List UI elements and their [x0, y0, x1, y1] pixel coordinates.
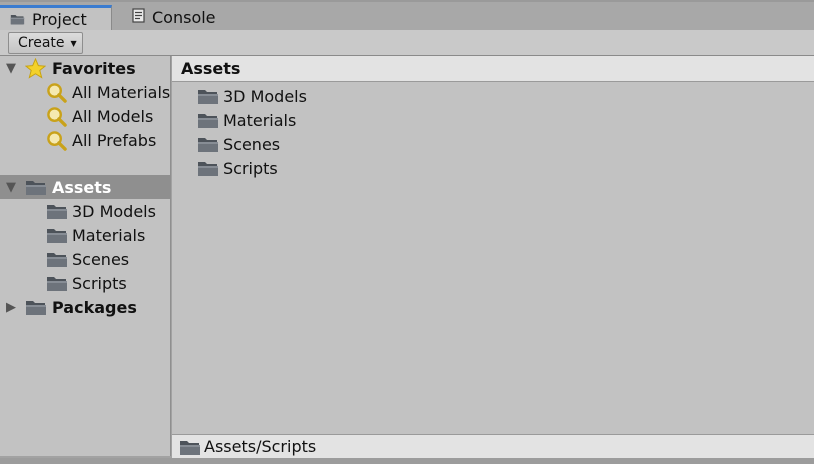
- sidebar-item-scripts[interactable]: Scripts: [0, 271, 170, 295]
- tab-project-label: Project: [32, 9, 87, 29]
- sidebar-favorites[interactable]: ▼ Favorites: [0, 56, 170, 80]
- sidebar-item-label: All Prefabs: [72, 130, 157, 150]
- expand-arrow-icon[interactable]: ▼: [6, 61, 16, 76]
- dropdown-caret-icon: ▼: [70, 38, 77, 48]
- sidebar-item-packages[interactable]: ▶ Packages: [0, 295, 170, 319]
- search-icon: [46, 130, 67, 155]
- asset-folder-label: Scripts: [223, 158, 278, 178]
- sidebar-item-label: All Models: [72, 106, 154, 126]
- create-button-label: Create: [18, 35, 65, 51]
- asset-folder-scripts[interactable]: Scripts: [197, 156, 278, 180]
- folder-icon: [46, 202, 68, 220]
- sidebar-item-all-materials[interactable]: All Materials: [0, 80, 171, 104]
- sidebar-item-label: Assets: [52, 177, 112, 197]
- sidebar-item-label: Scripts: [72, 273, 127, 293]
- sidebar-item-label: Scenes: [72, 249, 130, 269]
- asset-panel-header: Assets: [172, 56, 814, 82]
- tab-bar-top-border: [0, 0, 814, 2]
- sidebar-item-all-models[interactable]: All Models: [0, 104, 170, 128]
- selection-path: Assets/Scripts: [204, 437, 317, 456]
- asset-folder-label: Scenes: [223, 134, 281, 154]
- asset-folder-materials[interactable]: Materials: [197, 108, 296, 132]
- asset-grid-panel: Assets 3D Models Materials Scenes Script…: [172, 56, 814, 434]
- collapse-arrow-icon[interactable]: ▶: [6, 300, 16, 315]
- folder-icon: [179, 438, 201, 456]
- sidebar-item-label: Packages: [52, 297, 137, 317]
- sidebar-favorites-label: Favorites: [52, 58, 136, 78]
- asset-folder-3d-models[interactable]: 3D Models: [197, 84, 307, 108]
- folder-icon: [25, 178, 47, 196]
- folder-icon: [25, 298, 47, 316]
- folder-icon: [46, 250, 68, 268]
- sidebar-item-label: 3D Models: [72, 201, 156, 221]
- sidebar-item-3d-models[interactable]: 3D Models: [0, 199, 170, 223]
- create-button[interactable]: Create ▼: [8, 32, 83, 54]
- project-toolbar: Create ▼: [0, 30, 814, 56]
- sidebar-item-all-prefabs[interactable]: All Prefabs: [0, 128, 170, 155]
- console-icon: [132, 8, 145, 27]
- tab-console[interactable]: Console: [122, 5, 242, 30]
- folder-icon: [197, 135, 219, 153]
- asset-folder-label: Materials: [223, 110, 297, 130]
- folder-icon: [197, 87, 219, 105]
- sidebar-item-materials[interactable]: Materials: [0, 223, 170, 247]
- folder-icon: [10, 13, 25, 25]
- selection-path-bar: Assets/Scripts: [172, 434, 814, 458]
- expand-arrow-icon[interactable]: ▼: [6, 180, 16, 195]
- folder-icon: [46, 226, 68, 244]
- folder-icon: [197, 111, 219, 129]
- sidebar-item-assets[interactable]: ▼ Assets: [0, 175, 170, 199]
- tab-project[interactable]: Project: [0, 5, 112, 30]
- status-bar: [0, 458, 814, 464]
- folder-icon: [46, 274, 68, 292]
- tab-console-label: Console: [152, 8, 216, 27]
- asset-folder-scenes[interactable]: Scenes: [197, 132, 280, 156]
- tab-bar: Project Console: [0, 0, 814, 30]
- sidebar-item-label: Materials: [72, 225, 146, 245]
- project-sidebar: ▼ Favorites All Materials All Models All…: [0, 56, 171, 456]
- asset-folder-label: 3D Models: [223, 86, 307, 106]
- sidebar-item-label: All Materials: [72, 82, 171, 102]
- sidebar-item-scenes[interactable]: Scenes: [0, 247, 170, 271]
- folder-icon: [197, 159, 219, 177]
